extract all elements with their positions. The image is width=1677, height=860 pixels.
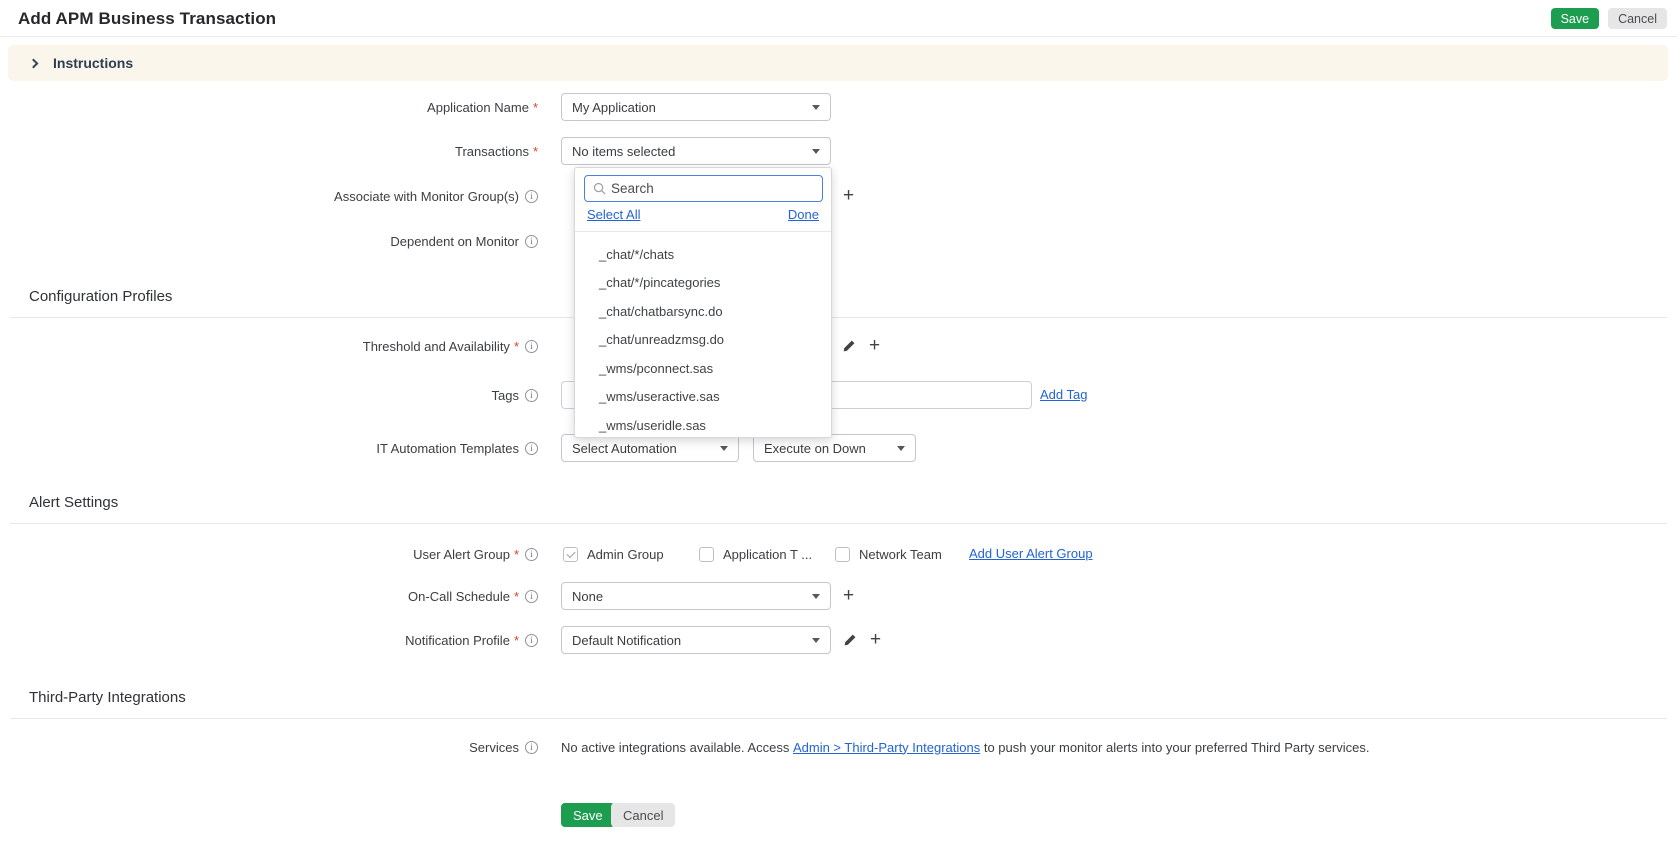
chevron-down-icon xyxy=(812,638,820,643)
transactions-select[interactable]: No items selected xyxy=(561,137,831,165)
instructions-label: Instructions xyxy=(53,55,133,71)
checkbox-application-team[interactable]: Application T ... xyxy=(699,540,812,568)
select-all-link[interactable]: Select All xyxy=(587,207,640,222)
application-name-select[interactable]: My Application xyxy=(561,93,831,121)
dependent-monitor-label: Dependent on Monitor i xyxy=(0,227,538,255)
section-divider xyxy=(10,523,1667,524)
save-button[interactable]: Save xyxy=(561,803,615,827)
application-name-row: Application Name* My Application xyxy=(0,93,1677,121)
info-icon: i xyxy=(525,235,538,248)
info-icon: i xyxy=(525,590,538,603)
add-tag-link[interactable]: Add Tag xyxy=(1040,387,1087,402)
required-mark: * xyxy=(533,144,538,159)
info-icon: i xyxy=(525,340,538,353)
transaction-option[interactable]: _wms/pconnect.sas xyxy=(575,354,831,383)
services-row: Services i No active integrations availa… xyxy=(0,733,1677,761)
required-mark: * xyxy=(514,589,519,604)
transaction-option[interactable]: _wms/useridle.sas xyxy=(575,411,831,437)
info-icon: i xyxy=(525,741,538,754)
transactions-row: Transactions* No items selected xyxy=(0,137,1677,165)
section-divider xyxy=(10,718,1667,719)
notification-profile-select[interactable]: Default Notification xyxy=(561,626,831,654)
threshold-label: Threshold and Availability* i xyxy=(0,332,538,360)
add-monitor-group-button[interactable]: + xyxy=(843,182,854,210)
monitor-groups-label: Associate with Monitor Group(s) i xyxy=(0,182,538,210)
add-on-call-schedule-button[interactable]: + xyxy=(843,582,854,610)
admin-third-party-integrations-link[interactable]: Admin > Third-Party Integrations xyxy=(793,740,980,755)
section-divider xyxy=(10,317,1667,318)
chevron-down-icon xyxy=(812,149,820,154)
chevron-right-icon xyxy=(29,58,39,68)
page-title: Add APM Business Transaction xyxy=(18,9,276,29)
transaction-option[interactable]: _wms/useractive.sas xyxy=(575,383,831,412)
notification-profile-row: Notification Profile* i Default Notifica… xyxy=(0,626,1677,654)
third-party-integrations-title: Third-Party Integrations xyxy=(29,689,186,706)
dependent-monitor-row: Dependent on Monitor i xyxy=(0,227,1677,255)
monitor-groups-row: Associate with Monitor Group(s) i + xyxy=(0,182,1677,210)
edit-pencil-icon[interactable] xyxy=(842,339,856,353)
info-icon: i xyxy=(525,548,538,561)
automation-template-select[interactable]: Select Automation xyxy=(561,434,739,462)
user-alert-group-label: User Alert Group* i xyxy=(0,540,538,568)
edit-pencil-icon[interactable] xyxy=(843,633,857,647)
configuration-profiles-title: Configuration Profiles xyxy=(29,288,172,305)
application-name-label: Application Name* xyxy=(0,93,538,121)
tags-row: Tags i Add Tag xyxy=(0,381,1677,409)
info-icon: i xyxy=(525,442,538,455)
transactions-label: Transactions* xyxy=(0,137,538,165)
transaction-option[interactable]: _chat/chatbarsync.do xyxy=(575,297,831,326)
panel-links: Select All Done xyxy=(587,206,819,222)
on-call-schedule-row: On-Call Schedule* i None + xyxy=(0,582,1677,610)
transaction-option[interactable]: _chat/unreadzmsg.do xyxy=(575,326,831,355)
on-call-schedule-label: On-Call Schedule* i xyxy=(0,582,538,610)
page-header: Add APM Business Transaction Save Cancel xyxy=(0,0,1677,37)
automation-label: IT Automation Templates i xyxy=(0,434,538,462)
checkbox-admin-group[interactable]: Admin Group xyxy=(563,540,664,568)
footer-actions: Save Cancel xyxy=(0,803,1677,831)
automation-row: IT Automation Templates i Select Automat… xyxy=(0,434,1677,462)
add-apm-business-transaction-page: Add APM Business Transaction Save Cancel… xyxy=(0,0,1677,860)
checkbox-unchecked-icon[interactable] xyxy=(835,547,850,562)
chevron-down-icon xyxy=(720,446,728,451)
checkbox-checked-icon[interactable] xyxy=(563,547,578,562)
cancel-button[interactable]: Cancel xyxy=(1608,8,1667,29)
checkbox-unchecked-icon[interactable] xyxy=(699,547,714,562)
alert-settings-title: Alert Settings xyxy=(29,494,118,511)
required-mark: * xyxy=(514,339,519,354)
save-button[interactable]: Save xyxy=(1551,8,1600,29)
transactions-option-list: _chat/*/chats _chat/*/pincategories _cha… xyxy=(575,232,831,437)
tags-label: Tags i xyxy=(0,381,538,409)
notification-profile-label: Notification Profile* i xyxy=(0,626,538,654)
info-icon: i xyxy=(525,634,538,647)
threshold-row: Threshold and Availability* i + xyxy=(0,332,1677,360)
add-threshold-profile-button[interactable]: + xyxy=(869,332,880,360)
services-text: No active integrations available. Access… xyxy=(561,733,1369,761)
search-icon xyxy=(593,182,606,195)
automation-execute-select[interactable]: Execute on Down xyxy=(753,434,916,462)
search-box[interactable] xyxy=(584,175,823,202)
required-mark: * xyxy=(514,547,519,562)
checkbox-network-team[interactable]: Network Team xyxy=(835,540,942,568)
required-mark: * xyxy=(533,100,538,115)
add-user-alert-group-link[interactable]: Add User Alert Group xyxy=(969,546,1093,561)
chevron-down-icon xyxy=(897,446,905,451)
services-label: Services i xyxy=(0,733,538,761)
user-alert-group-row: User Alert Group* i Admin Group Applicat… xyxy=(0,540,1677,568)
required-mark: * xyxy=(514,633,519,648)
header-actions: Save Cancel xyxy=(1551,8,1667,29)
chevron-down-icon xyxy=(812,105,820,110)
info-icon: i xyxy=(525,389,538,402)
done-link[interactable]: Done xyxy=(788,207,819,222)
transactions-dropdown-panel: Select All Done _chat/*/chats _chat/*/pi… xyxy=(574,167,832,438)
chevron-down-icon xyxy=(812,594,820,599)
info-icon: i xyxy=(525,190,538,203)
on-call-schedule-select[interactable]: None xyxy=(561,582,831,610)
transaction-option[interactable]: _chat/*/chats xyxy=(575,240,831,269)
search-input[interactable] xyxy=(611,181,822,196)
transaction-option[interactable]: _chat/*/pincategories xyxy=(575,269,831,298)
instructions-collapsible[interactable]: Instructions xyxy=(8,45,1668,81)
add-notification-profile-button[interactable]: + xyxy=(870,626,881,654)
cancel-button[interactable]: Cancel xyxy=(611,803,675,827)
